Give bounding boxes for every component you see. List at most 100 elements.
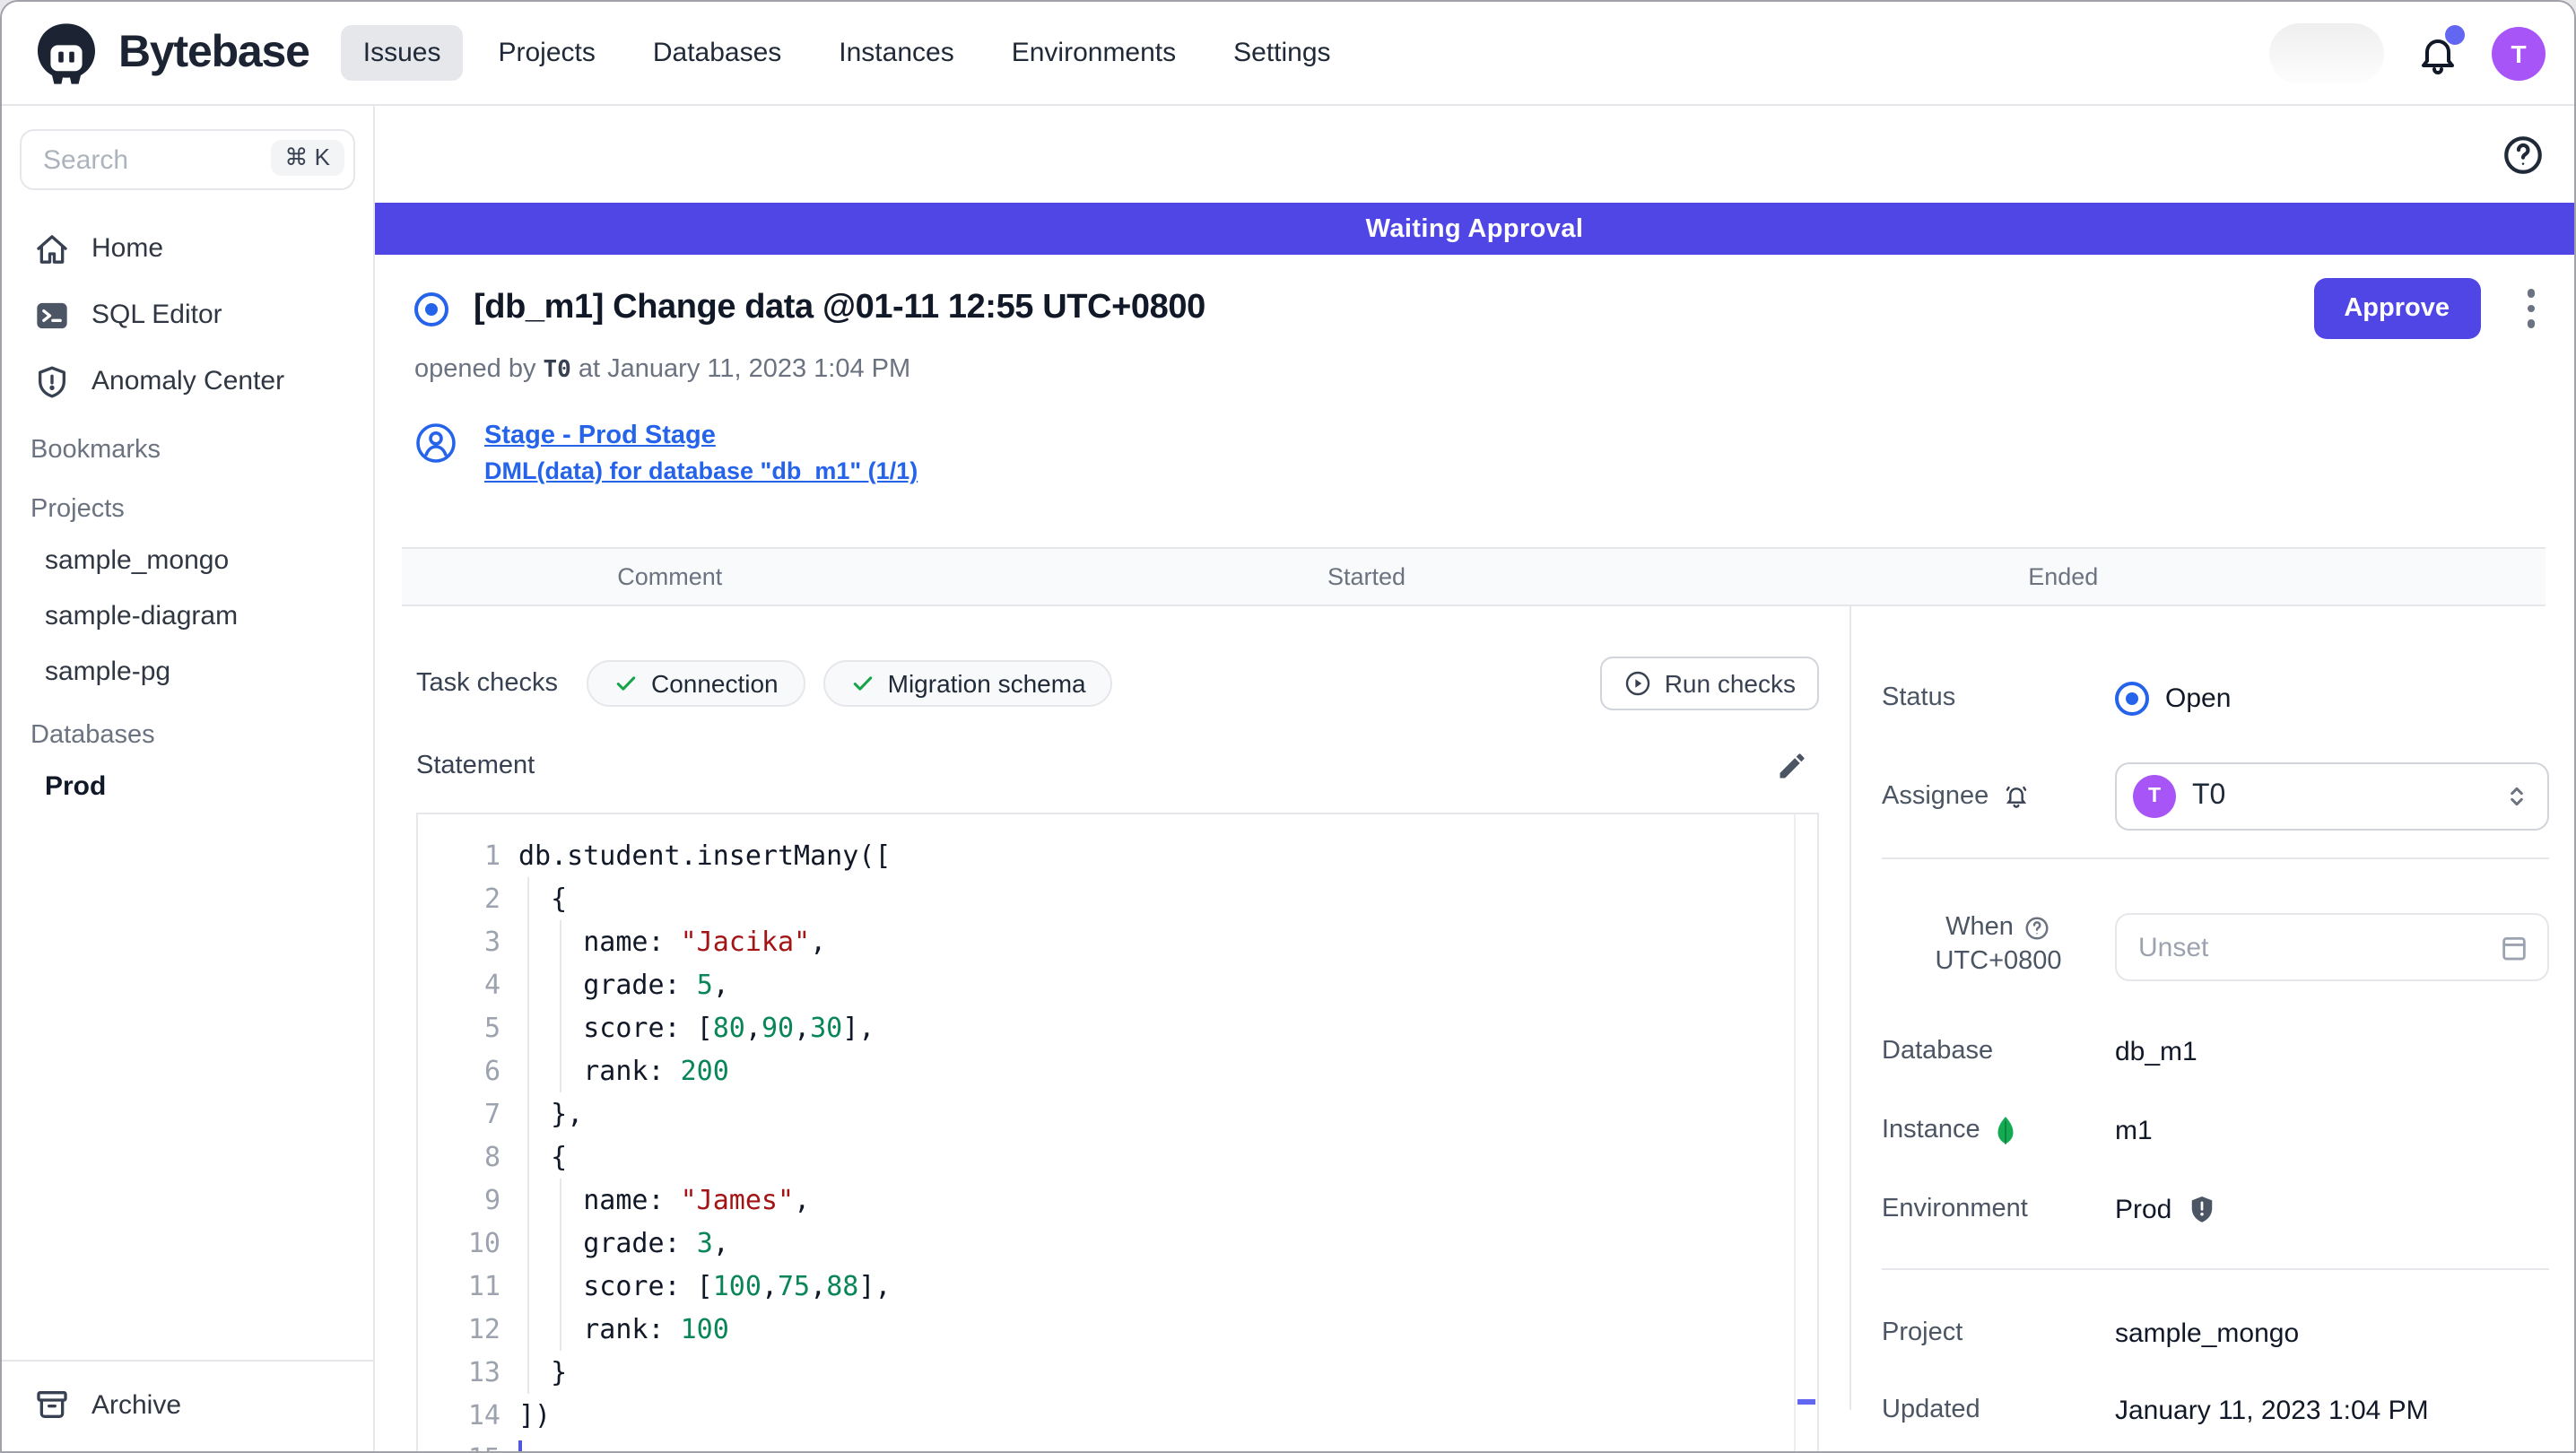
database-value[interactable]: db_m1	[2115, 1036, 2197, 1066]
assignee-select[interactable]: T T0	[2115, 762, 2549, 831]
approve-button[interactable]: Approve	[2313, 278, 2480, 339]
sidebar-item-label: Home	[91, 233, 164, 264]
opened-by-line: opened by T0 at January 11, 2023 1:04 PM	[414, 355, 911, 384]
nav-tab-projects[interactable]: Projects	[476, 25, 616, 81]
bytebase-logo[interactable]: Bytebase	[30, 17, 310, 89]
main-content: Waiting Approval [db_m1] Change data @01…	[375, 106, 2574, 1451]
run-checks-button[interactable]: Run checks	[1599, 657, 1819, 710]
environment-label: Environment	[1882, 1195, 2028, 1223]
code-line: 7 },	[418, 1092, 1817, 1135]
sql-editor-icon	[34, 297, 70, 333]
assignee-row: Assignee T T0	[1882, 762, 2549, 831]
stage-person-icon	[414, 422, 457, 465]
archive-box-icon	[34, 1387, 70, 1423]
task-checks-row: Task checks Connection Migration schema R…	[416, 657, 1819, 710]
nav-tab-instances[interactable]: Instances	[817, 25, 975, 81]
sidebar-item-sample-pg[interactable]: sample-pg	[2, 644, 373, 700]
when-label: When	[1945, 913, 2014, 942]
instance-row: Instance m1	[1882, 1109, 2549, 1152]
stage-link[interactable]: Stage - Prod Stage	[484, 420, 918, 454]
column-header-comment: Comment	[617, 563, 723, 590]
code-text: rank: 100	[518, 1313, 729, 1345]
when-help-icon[interactable]	[2024, 914, 2051, 941]
line-number: 4	[483, 969, 500, 1001]
code-text: {	[518, 1141, 568, 1173]
statement-code-editor[interactable]: 1 db.student.insertMany([2 {3 name: "Jaci…	[416, 813, 1819, 1451]
sidebar-menu: Home SQL Editor Anomaly Center	[2, 215, 373, 414]
issue-meta-panel: Status Open Assignee T T0 When UTC+0800 …	[1849, 606, 2574, 1425]
sidebar-item-sample-mongo[interactable]: sample_mongo	[2, 533, 373, 588]
sidebar-item-anomaly-center[interactable]: Anomaly Center	[2, 348, 373, 414]
task-link[interactable]: DML(data) for database "db_m1" (1/1)	[484, 454, 918, 488]
sidebar-item-home[interactable]: Home	[2, 215, 373, 282]
column-header-empty	[2331, 563, 2546, 590]
line-number: 13	[467, 1356, 500, 1388]
sidebar-item-sql-editor[interactable]: SQL Editor	[2, 282, 373, 348]
more-actions-button[interactable]	[2519, 283, 2542, 335]
when-datetime-field[interactable]	[2115, 913, 2549, 981]
code-line: 10 grade: 3,	[418, 1222, 1817, 1265]
nav-tab-issues[interactable]: Issues	[341, 25, 463, 81]
assignee-bell-icon	[2001, 782, 2030, 811]
code-line: 15	[418, 1437, 1817, 1451]
text-cursor	[518, 1440, 522, 1451]
sidebar-item-sample-diagram[interactable]: sample-diagram	[2, 588, 373, 644]
status-banner: Waiting Approval	[375, 203, 2574, 255]
nav-tab-databases[interactable]: Databases	[631, 25, 803, 81]
check-icon	[614, 671, 639, 696]
sidebar-item-archive[interactable]: Archive	[2, 1360, 373, 1451]
cursor-position-marker	[1797, 1399, 1815, 1405]
updated-value: January 11, 2023 1:04 PM	[2115, 1395, 2429, 1425]
instance-value[interactable]: m1	[2115, 1115, 2153, 1145]
instance-label: Instance	[1882, 1116, 1980, 1144]
pencil-icon	[1780, 753, 1805, 779]
user-avatar[interactable]: T	[2492, 26, 2546, 80]
keyboard-shortcut-badge: ⌘ K	[270, 140, 344, 176]
project-value[interactable]: sample_mongo	[2115, 1318, 2299, 1348]
bytebase-window: Bytebase Issues Projects Databases Instance…	[0, 0, 2576, 1453]
calendar-icon	[2499, 932, 2529, 962]
check-label: Connection	[650, 669, 779, 698]
main-nav: Issues Projects Databases Instances Environm…	[341, 25, 1353, 81]
search-box[interactable]: ⌘ K	[20, 129, 355, 190]
issue-title: [db_m1] Change data @01-11 12:55 UTC+080…	[474, 289, 1205, 326]
line-number: 6	[483, 1055, 500, 1087]
environment-value[interactable]: Prod	[2115, 1194, 2171, 1224]
line-number: 11	[467, 1270, 500, 1302]
code-text: {	[518, 883, 568, 915]
check-label: Migration schema	[887, 669, 1086, 698]
opened-by-user: T0	[543, 357, 571, 384]
check-chip-migration-schema[interactable]: Migration schema	[822, 660, 1113, 707]
edit-statement-button[interactable]	[1776, 750, 1808, 782]
nav-tab-settings[interactable]: Settings	[1212, 25, 1352, 81]
notification-bell-button[interactable]	[2416, 24, 2465, 74]
sidebar-sections: Bookmarks Projects sample_mongo sample-diag…	[2, 414, 373, 814]
column-header-ended: Ended	[2028, 563, 2099, 590]
code-text: score: [80,90,30],	[518, 1012, 875, 1044]
assignee-value: T0	[2192, 780, 2226, 811]
line-number: 1	[483, 840, 500, 872]
nav-tab-environments[interactable]: Environments	[990, 25, 1197, 81]
sidebar-section-projects: Projects	[30, 495, 125, 524]
status-label: Status	[1882, 683, 1956, 712]
indent-guide	[560, 1179, 561, 1351]
anomaly-center-icon	[34, 363, 70, 399]
when-input[interactable]	[2135, 930, 2499, 964]
code-line: 12 rank: 100	[418, 1308, 1817, 1351]
project-label: Project	[1882, 1318, 1963, 1347]
sidebar-item-prod[interactable]: Prod	[2, 759, 373, 814]
code-line: 8 {	[418, 1135, 1817, 1179]
code-line: 2 {	[418, 877, 1817, 920]
check-chip-connection[interactable]: Connection	[586, 660, 805, 707]
when-timezone: UTC+0800	[1935, 947, 2062, 976]
left-column: Task checks Connection Migration schema R…	[416, 606, 1819, 1451]
line-number: 10	[467, 1227, 500, 1259]
code-text: grade: 3,	[518, 1227, 729, 1259]
home-icon	[34, 231, 70, 266]
code-text: name: "James",	[518, 1184, 811, 1216]
line-number: 15	[418, 1437, 500, 1451]
environment-row: Environment Prod	[1882, 1188, 2549, 1231]
editor-overview-ruler[interactable]	[1794, 814, 1817, 1451]
indent-guide	[527, 877, 529, 1394]
help-button[interactable]	[2501, 133, 2546, 178]
